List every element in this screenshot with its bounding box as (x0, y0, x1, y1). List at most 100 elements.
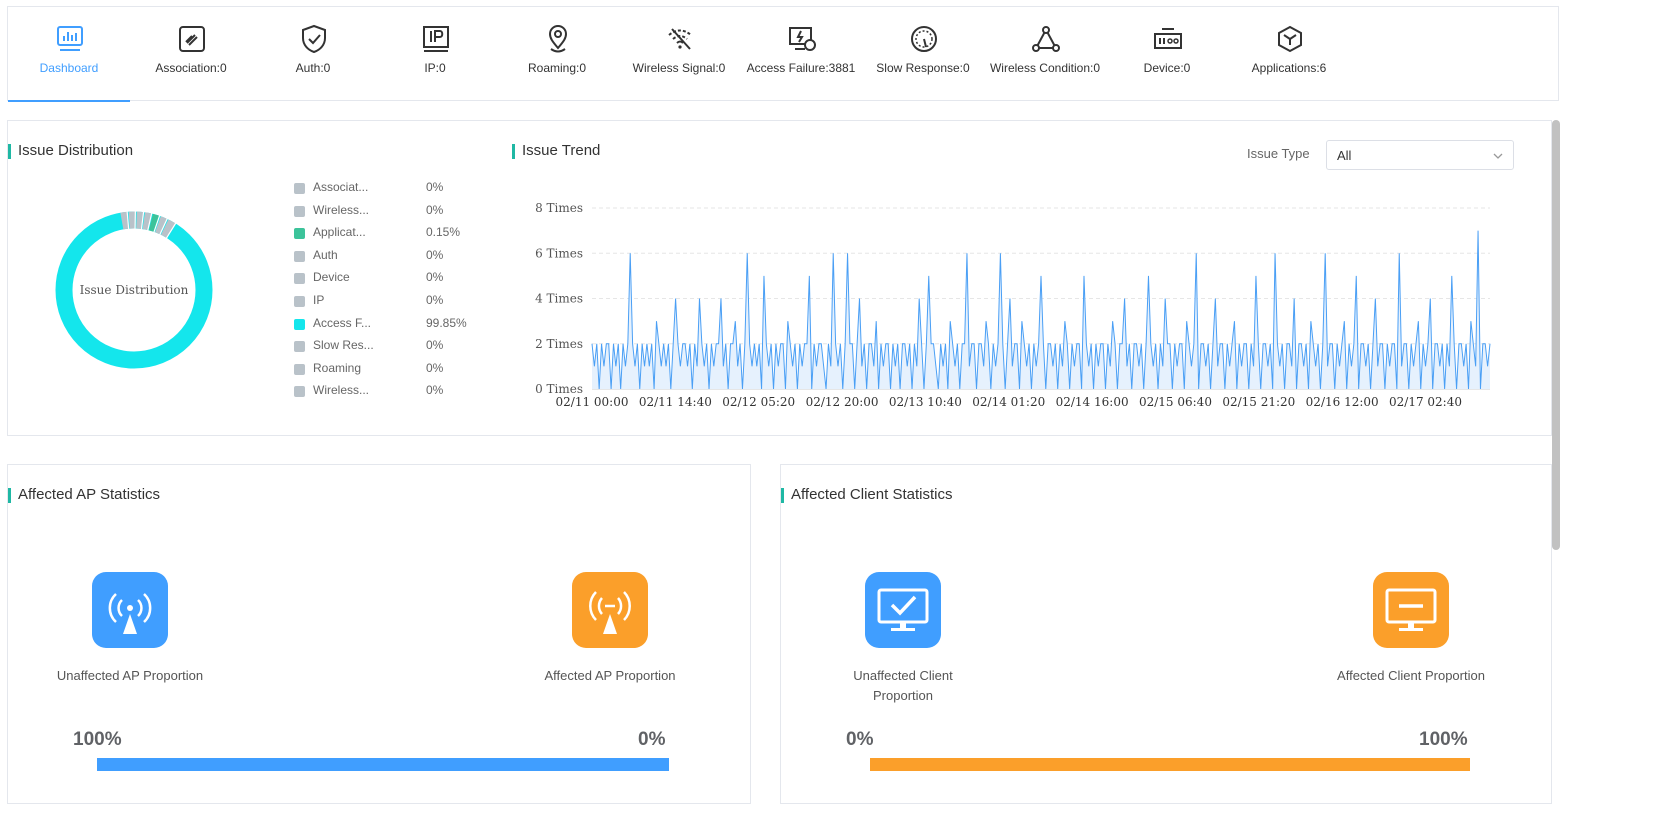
tab-label: Wireless Signal:0 (632, 61, 726, 75)
tab-slow-response[interactable]: Slow Response:0 (862, 7, 984, 101)
unaffected-ap-percent: 100% (73, 729, 122, 750)
legend-name: Roaming (313, 360, 362, 375)
legend-percent: 0% (426, 383, 444, 398)
access-failure-icon (789, 27, 816, 51)
legend-percent: 0% (426, 293, 444, 307)
tab-label: IP:0 (424, 61, 446, 75)
ap-proportion-bar (97, 758, 669, 771)
tab-label: Slow Response:0 (876, 61, 970, 75)
tab-label: Dashboard (39, 61, 99, 75)
donut-center-label: Issue Distribution (80, 283, 189, 297)
shield-check-icon (302, 24, 326, 54)
x-tick-label: 02/15 21:20 (1222, 395, 1295, 409)
tab-label: Auth:0 (295, 61, 331, 75)
legend-swatch (294, 363, 305, 375)
legend-swatch (294, 183, 305, 194)
unaffected-client-label: Unaffected Client Proportion (853, 668, 953, 703)
unaffected-ap-label: Unaffected AP Proportion (56, 668, 204, 683)
y-tick-label: 8 Times (535, 201, 583, 215)
affected-ap-title: Affected AP Statistics (8, 486, 160, 503)
x-tick-label: 02/13 10:40 (889, 395, 962, 409)
ap-unaffected-fill (97, 758, 669, 771)
page-scrollbar[interactable] (1552, 120, 1560, 550)
unaffected-client-percent: 0% (846, 729, 874, 750)
legend-swatch (294, 205, 305, 217)
affected-client-icon (1373, 572, 1449, 648)
legend-swatch (294, 273, 305, 285)
legend-percent: 0% (426, 360, 444, 375)
x-tick-label: 02/11 14:40 (639, 395, 712, 409)
tab-label: Roaming:0 (527, 61, 587, 75)
tab-label: Device:0 (1143, 61, 1191, 75)
location-pin-icon (548, 25, 568, 53)
x-tick-label: 02/14 01:20 (972, 395, 1045, 409)
donut-slice (142, 212, 152, 231)
legend-name: Access F... (313, 315, 372, 330)
affected-client-label: Affected Client Proportion (1337, 668, 1485, 683)
affected-ap-label: Affected AP Proportion (544, 668, 676, 683)
legend-name: Slow Res... (313, 338, 374, 353)
x-tick-label: 02/14 16:00 (1056, 395, 1129, 409)
tab-ip[interactable]: IP:0 (374, 7, 496, 101)
tab-association[interactable]: Association:0 (130, 7, 252, 101)
legend-swatch (294, 228, 305, 240)
legend-swatch (294, 296, 305, 307)
y-tick-label: 6 Times (535, 246, 583, 260)
ip-icon (423, 26, 449, 52)
legend-swatch (294, 250, 305, 262)
x-tick-label: 02/11 00:00 (556, 395, 629, 409)
affected-client-percent: 100% (1419, 729, 1468, 750)
legend-name: Associat... (313, 180, 369, 194)
legend-swatch (294, 386, 305, 398)
issue-trend-title: Issue Trend (512, 142, 600, 159)
x-tick-label: 02/17 02:40 (1389, 395, 1462, 409)
legend-percent: 0% (426, 338, 444, 353)
donut-slice (154, 216, 168, 235)
issue-type-select[interactable]: All (1326, 140, 1514, 170)
x-tick-label: 02/16 12:00 (1306, 395, 1379, 409)
issue-type-label: Issue Type (1247, 146, 1310, 161)
donut-slice (148, 213, 160, 232)
tab-access-failure[interactable]: Access Failure:3881 (740, 7, 862, 101)
issue-category-tabs: Dashboard Association:0 Auth:0 IP:0 Roam… (7, 6, 1559, 102)
association-icon (179, 26, 205, 52)
legend-swatch (294, 341, 305, 353)
y-tick-label: 2 Times (535, 337, 583, 351)
issue-distribution-donut: Issue Distribution (55, 211, 213, 369)
affected-ap-percent: 0% (638, 729, 666, 750)
cube-icon (1278, 25, 1302, 53)
legend-name: Wireless... (313, 383, 370, 398)
donut-slice (160, 219, 176, 238)
legend-percent: 0% (426, 270, 444, 285)
affected-ap-icon (572, 572, 648, 648)
client-affected-fill (870, 758, 1470, 771)
legend-name: Applicat... (313, 225, 366, 240)
tab-label: Applications:6 (1251, 61, 1327, 75)
unaffected-client-icon (865, 572, 941, 648)
tab-device[interactable]: Device:0 (1106, 7, 1228, 101)
x-tick-label: 02/15 06:40 (1139, 395, 1212, 409)
legend-percent: 0% (426, 202, 444, 217)
legend-percent: 0% (426, 247, 444, 262)
tab-wireless-condition[interactable]: Wireless Condition:0 (984, 7, 1106, 101)
network-nodes-icon (1032, 26, 1060, 52)
gauge-icon (911, 26, 937, 52)
tab-dashboard[interactable]: Dashboard (8, 7, 130, 102)
affected-client-title: Affected Client Statistics (781, 486, 952, 503)
y-tick-label: 4 Times (535, 292, 583, 306)
tab-wireless-signal[interactable]: Wireless Signal:0 (618, 7, 740, 101)
tab-auth[interactable]: Auth:0 (252, 7, 374, 101)
tab-roaming[interactable]: Roaming:0 (496, 7, 618, 101)
tab-applications[interactable]: Applications:6 (1228, 7, 1350, 101)
issue-trend-chart: 0 Times 2 Times 4 Times 6 Times 8 Times 02/11… (535, 201, 1491, 409)
issue-type-value: All (1337, 148, 1352, 163)
legend-name: IP (313, 293, 325, 307)
wifi-off-icon (668, 28, 692, 50)
legend-name: Auth (313, 247, 338, 262)
x-tick-label: 02/12 05:20 (722, 395, 795, 409)
legend-name: Wireless... (313, 202, 370, 217)
tab-label: Access Failure:3881 (746, 61, 856, 75)
legend-percent: 0.15% (426, 225, 461, 240)
x-tick-label: 02/12 20:00 (806, 395, 879, 409)
device-icon (1154, 28, 1182, 49)
